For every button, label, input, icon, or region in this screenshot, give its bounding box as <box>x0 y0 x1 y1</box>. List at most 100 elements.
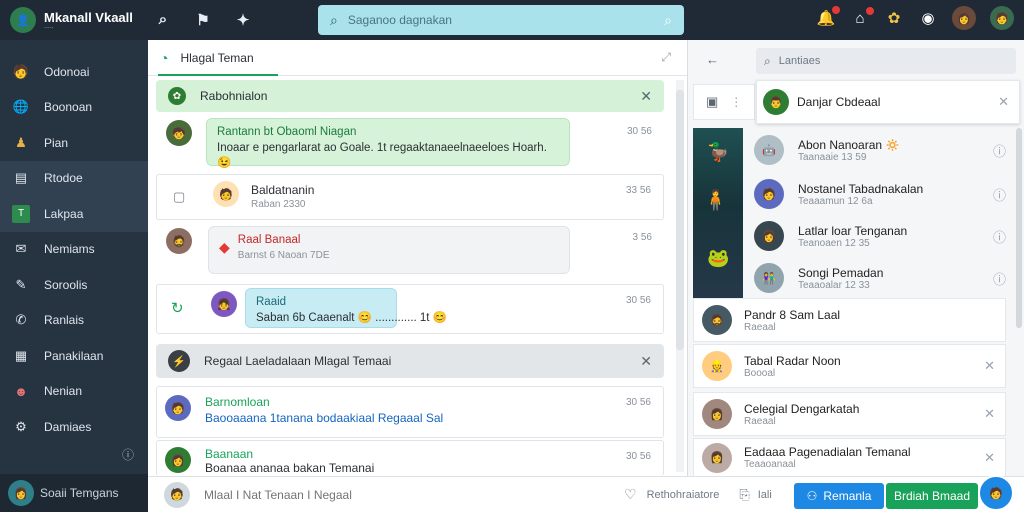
tab-main[interactable]: Hlagal Teman <box>180 51 253 65</box>
contact-item[interactable]: 👫 Songi Pemadan Teaaoalar 12 33 ⓘ <box>746 258 1016 298</box>
sidebar-item-boonoan[interactable]: 🌐 Boonoan <box>0 90 148 126</box>
globe-icon: 🌐 <box>12 99 30 115</box>
close-icon[interactable]: ✕ <box>984 406 995 422</box>
info-icon[interactable]: ⓘ <box>122 446 134 463</box>
main-header: ◔ Hlagal Teman ⤢ <box>148 40 687 76</box>
sidebar-item-lakpaa[interactable]: T Lakpaa <box>0 196 148 232</box>
search-icon[interactable]: ⌕ <box>154 11 172 29</box>
avatar-icon: 🧑 <box>12 63 30 79</box>
thread-item[interactable]: ▢ 🧑 Baldatnanin Raban 2330 33 56 <box>156 174 664 220</box>
user-avatar[interactable]: 👩 <box>952 6 976 30</box>
close-icon[interactable]: ✕ <box>984 450 995 466</box>
message-composer: 🧑 ♡ Rethohraiatore ⎘ Iali ⚇ Remanla Brdia… <box>148 475 1024 512</box>
sidebar-item-nemiams[interactable]: ✉ Nemiams <box>0 232 148 268</box>
tab-icon: ◔ <box>160 49 169 66</box>
tools-card[interactable]: ▣ ⋮ <box>693 84 755 120</box>
media-thumbnail-strip[interactable]: 🦆 🧍 🐸 <box>693 128 743 298</box>
thread-time: 30 56 <box>625 397 651 408</box>
sidebar-item-soroolis[interactable]: ✎ Soroolis <box>0 267 148 303</box>
contact-sub: Boooal <box>744 367 776 379</box>
info-icon[interactable]: ⓘ <box>993 269 1006 288</box>
profile-avatar[interactable]: 🧑 <box>990 6 1014 30</box>
contact-avatar: 👨 <box>763 89 789 115</box>
scroll-thumb[interactable] <box>676 90 684 350</box>
sidebar-item-pian[interactable]: ♟ Pian <box>0 125 148 161</box>
main-scrollbar[interactable] <box>676 80 684 472</box>
info-icon[interactable]: ⓘ <box>993 141 1006 160</box>
home-icon[interactable]: ⌂ <box>850 6 874 27</box>
contact-item[interactable]: 👩 Eadaaa Pagenadialan Temanal Teaaoanaal… <box>693 438 1006 476</box>
close-icon[interactable]: ✕ <box>640 88 652 105</box>
person-icon: ♟ <box>15 134 27 150</box>
sidebar-item-damiaes[interactable]: ⚙ Damiaes <box>0 409 148 445</box>
contact-item[interactable]: 🤖 Abon Nanoaran 🔅 Taanaaie 13 59 ⓘ <box>746 130 1016 170</box>
banner-notice[interactable]: ✿ Rabohnialon ✕ <box>156 80 664 112</box>
info-icon[interactable]: ⓘ <box>993 185 1006 204</box>
square-icon: ▢ <box>173 189 186 204</box>
attach-icon[interactable]: ⎘ <box>739 487 749 503</box>
timer-icon[interactable]: ◉ <box>918 9 938 27</box>
contact-item[interactable]: 👩 Celegial Dengarkatah Raeaal ✕ <box>693 392 1006 436</box>
search-input[interactable] <box>347 13 655 27</box>
contact-name: Pandr 8 Sam Laal <box>744 307 841 322</box>
attach-label[interactable]: Iali <box>758 489 772 501</box>
info-icon[interactable]: ⓘ <box>993 227 1006 246</box>
contact-item[interactable]: 🧑 Nostanel Tabadnakalan Teaaamun 12 6a ⓘ <box>746 174 1016 214</box>
people-icon: ⚇ <box>806 489 818 503</box>
contacts-scrollbar[interactable] <box>1016 128 1022 328</box>
primary-action-button[interactable]: ⚇ Remanla <box>794 483 884 509</box>
message-bubble: ◆ Raal Banaal Barnst 6 Naoan 7DE <box>208 226 570 274</box>
close-icon[interactable]: ✕ <box>640 353 652 370</box>
contact-item[interactable]: 👨 Danjar Cbdeaal ✕ <box>756 80 1020 124</box>
sticker-icon: 🐸 <box>707 248 730 268</box>
contact-avatar: 👫 <box>754 263 784 293</box>
emoji-icon[interactable]: ♡ <box>624 486 637 503</box>
sidebar-item-nenian[interactable]: ☻ Nenian <box>0 374 148 410</box>
notification-dot <box>832 6 840 14</box>
home-dot <box>866 6 874 15</box>
pin-icon: ◆ <box>219 239 230 256</box>
table-icon: T <box>12 204 30 223</box>
leaf-icon: ✿ <box>168 87 186 105</box>
contact-item[interactable]: 🧔 Pandr 8 Sam Laal Raeaal <box>693 298 1006 342</box>
thread-item[interactable]: 👩 Baanaan Boanaa ananaa bakan Temanai 30… <box>156 440 664 476</box>
pin-icon[interactable]: ✦ <box>234 11 252 29</box>
contacts-search-input[interactable] <box>778 55 979 67</box>
close-icon[interactable]: ✕ <box>998 94 1009 110</box>
sidebar-item-label: Pian <box>44 135 69 150</box>
send-button-label: Brdiah Bmaad <box>893 489 971 503</box>
bolt-icon: ⚡ <box>168 350 190 372</box>
thread-item[interactable]: 🧒 Rantann bt Obaoml Niagan Inoaar e peng… <box>156 116 664 172</box>
sidebar-item-panakilaan[interactable]: ▦ Panakilaan <box>0 338 148 374</box>
contacts-search[interactable]: ⌕ <box>756 48 1016 74</box>
search-bar[interactable]: ⌕ ⌕ <box>318 5 684 35</box>
message-input[interactable] <box>204 487 504 502</box>
emoji-label[interactable]: Rethohraiatore <box>647 489 720 501</box>
contact-name: Danjar Cbdeaal <box>797 95 881 109</box>
contact-item[interactable]: 👷 Tabal Radar Noon Boooal ✕ <box>693 344 1006 388</box>
contact-item[interactable]: 👩 Latlar loar Tenganan Teanoaen 12 35 ⓘ <box>746 216 1016 256</box>
thread-item[interactable]: ↻ 👧 Raaid Saban 6b Caaenalt 😊 ..........… <box>156 284 664 334</box>
more-icon[interactable]: ⋮ <box>730 95 742 109</box>
notification-icon[interactable]: 🔔 <box>816 6 840 27</box>
search-submit-icon[interactable]: ⌕ <box>664 12 672 29</box>
filter-icon[interactable]: ⚑ <box>194 11 212 29</box>
back-icon[interactable]: ← <box>706 52 719 67</box>
sidebar-item-ranlais[interactable]: ✆ Ranlais <box>0 303 148 339</box>
expand-icon[interactable]: ⤢ <box>661 50 671 65</box>
assistant-avatar[interactable]: 🧑 <box>978 475 1014 511</box>
thread-item[interactable]: 🧔 ◆ Raal Banaal Barnst 6 Naoan 7DE 3 56 <box>156 222 664 282</box>
puzzle-icon[interactable]: ✿ <box>884 9 904 27</box>
send-button[interactable]: Brdiah Bmaad <box>886 483 978 509</box>
thread-item[interactable]: 🧑 Barnomloan Baooaaana 1tanana bodaakiaa… <box>156 386 664 438</box>
contact-sub: Teanoaen 12 35 <box>798 237 870 249</box>
sidebar-item-odonoai[interactable]: 🧑 Odonoai <box>0 54 148 90</box>
close-icon[interactable]: ✕ <box>984 358 995 374</box>
sidebar-item-rtodoe[interactable]: ▤ Rtodoe <box>0 160 148 196</box>
contact-name: Abon Nanoaran 🔅 <box>798 137 901 152</box>
sidebar-footer[interactable]: 👩 Soaii Temgans <box>0 474 148 512</box>
app-avatar[interactable]: 👤 <box>10 7 36 33</box>
banner-group[interactable]: ⚡ Regaal Laeladalaan Mlagal Temaai ✕ <box>156 344 664 378</box>
thread-text: Saban 6b Caaenalt 😊 ............. 1t 😊 <box>256 311 448 324</box>
contact-sub: Teaaoanaal <box>744 459 796 470</box>
